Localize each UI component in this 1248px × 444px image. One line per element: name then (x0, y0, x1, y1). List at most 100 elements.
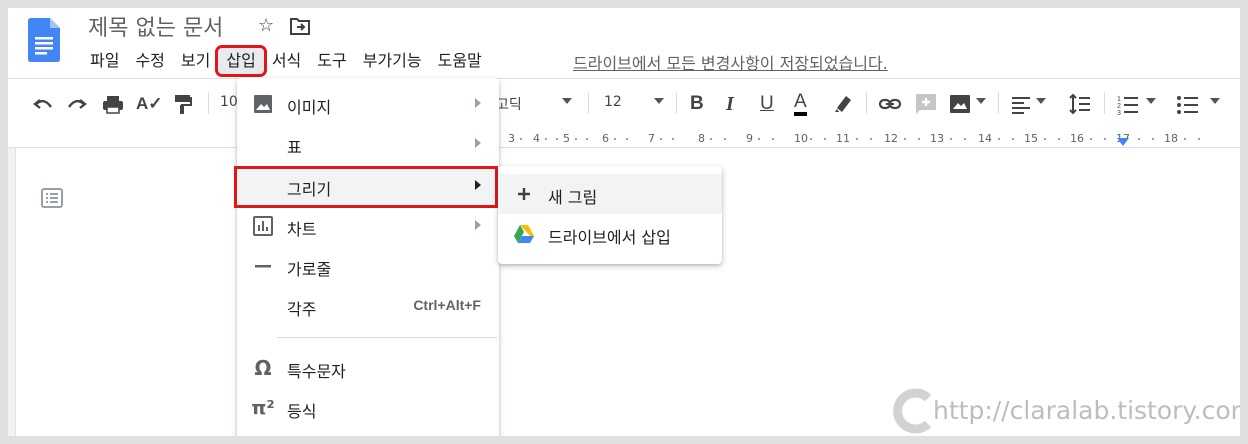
undo-icon[interactable] (32, 92, 54, 116)
ruler-number: 14 (978, 132, 992, 145)
insert-image-item[interactable]: 이미지 (237, 84, 499, 124)
italic-icon[interactable]: I (726, 92, 734, 116)
ruler-number: 5 (563, 132, 570, 145)
print-icon[interactable] (102, 92, 124, 116)
svg-text:1: 1 (1117, 96, 1121, 103)
font-size-select[interactable]: 12 (604, 94, 622, 110)
submenu-arrow-icon (475, 138, 481, 148)
text-color-icon[interactable]: A (794, 92, 807, 116)
insert-from-drive-item[interactable]: 드라이브에서 삽입 (498, 214, 722, 254)
font-family-select[interactable]: 고딕 (496, 94, 522, 114)
insert-menu: 이미지 표 그리기 차트 가로줄 각주 Ctrl+Alt+F Ω 특수문자 π²… (237, 78, 499, 436)
svg-text:2: 2 (1117, 103, 1121, 110)
toolbar-divider (1104, 92, 1105, 114)
new-drawing-item[interactable]: 새 그림 (498, 174, 722, 214)
menu-item-label: 각주 (287, 300, 317, 319)
menu-insert[interactable]: 삽입 (215, 45, 267, 77)
insert-image-icon[interactable] (948, 92, 972, 116)
bold-icon[interactable]: B (690, 92, 704, 116)
horizontal-ruler[interactable]: 3 4 5 6 7 8 9 10 11 12 13 14 15 16 17 18 (8, 130, 1240, 148)
google-docs-logo-icon[interactable] (28, 18, 60, 62)
menu-item-label: 그리기 (287, 180, 332, 199)
horizontal-line-icon (255, 265, 271, 268)
menu-tools[interactable]: 도구 (309, 48, 354, 74)
menu-item-label: 특수문자 (287, 362, 346, 381)
app-window: 제목 없는 문서 ☆ 파일 수정 보기 삽입 서식 도구 부가기능 도움말 드라… (8, 8, 1240, 436)
save-status-link[interactable]: 드라이브에서 모든 변경사항이 저장되었습니다. (573, 50, 888, 74)
menu-item-label: 이미지 (287, 98, 332, 117)
insert-footnote-item[interactable]: 각주 Ctrl+Alt+F (237, 286, 499, 326)
chevron-down-icon (976, 98, 986, 104)
redo-icon[interactable] (66, 92, 88, 116)
underline-icon[interactable]: U (760, 92, 774, 116)
toolbar-divider (588, 92, 589, 114)
google-drive-icon (514, 225, 534, 243)
submenu-arrow-icon (475, 98, 481, 108)
menu-file[interactable]: 파일 (82, 48, 127, 74)
chevron-down-icon (1146, 98, 1156, 104)
menu-item-label: 등식 (287, 402, 317, 421)
ruler-number: 7 (648, 132, 655, 145)
align-left-icon[interactable] (1010, 92, 1032, 116)
menu-item-label: 차트 (287, 220, 317, 239)
ruler-number: 4 (533, 132, 540, 145)
menu-view[interactable]: 보기 (173, 48, 218, 74)
insert-horizontal-line-item[interactable]: 가로줄 (237, 246, 499, 286)
submenu-arrow-icon (475, 180, 481, 190)
paint-format-icon[interactable] (172, 92, 194, 116)
chevron-down-icon (562, 98, 572, 104)
insert-drawing-item[interactable]: 그리기 (237, 166, 499, 206)
menu-item-label: 표 (287, 138, 302, 157)
toolbar-divider (676, 92, 677, 114)
menu-bar: 파일 수정 보기 삽입 서식 도구 부가기능 도움말 (82, 45, 490, 77)
vertical-ruler (8, 148, 16, 436)
toolbar-divider (208, 92, 209, 114)
watermark-logo (893, 388, 932, 434)
toolbar-divider (998, 92, 999, 114)
ruler-number: 18 (1164, 132, 1178, 145)
menu-addons[interactable]: 부가기능 (355, 48, 430, 74)
omega-icon: Ω (254, 356, 272, 380)
spellcheck-icon[interactable]: A✓ (136, 92, 163, 116)
drawing-submenu: 새 그림 드라이브에서 삽입 (498, 166, 722, 264)
move-to-folder-icon[interactable] (290, 17, 310, 35)
menu-item-label: 드라이브에서 삽입 (548, 228, 671, 247)
menu-item-label: 새 그림 (548, 188, 598, 207)
ruler-number: 16 (1070, 132, 1084, 145)
ruler-number: 9 (746, 132, 753, 145)
bulleted-list-icon[interactable] (1176, 92, 1200, 116)
ruler-number: 15 (1024, 132, 1038, 145)
submenu-arrow-icon (475, 220, 481, 230)
image-icon (254, 95, 272, 113)
insert-table-item[interactable]: 표 (237, 124, 499, 164)
highlight-color-icon[interactable] (832, 92, 854, 116)
menu-edit[interactable]: 수정 (127, 48, 172, 74)
add-comment-icon[interactable] (914, 92, 938, 116)
insert-special-characters-item[interactable]: Ω 특수문자 (237, 348, 499, 388)
menu-format[interactable]: 서식 (264, 48, 309, 74)
ruler-number: 3 (508, 132, 515, 145)
indent-marker[interactable] (1117, 138, 1129, 146)
ruler-number: 10 (794, 132, 808, 145)
line-spacing-icon[interactable] (1068, 92, 1092, 116)
chevron-down-icon (1036, 98, 1046, 104)
document-outline-icon[interactable] (40, 186, 64, 210)
menu-divider (277, 337, 497, 338)
toolbar-divider (866, 92, 867, 114)
menu-help[interactable]: 도움말 (430, 48, 490, 74)
menu-item-label: 가로줄 (287, 260, 332, 279)
insert-link-icon[interactable] (878, 92, 902, 116)
ruler-number: 8 (698, 132, 705, 145)
watermark-text: http://claralab.tistory.com (933, 396, 1240, 425)
document-title[interactable]: 제목 없는 문서 (88, 10, 223, 42)
pi-icon: π² (251, 397, 275, 419)
insert-chart-item[interactable]: 차트 (237, 206, 499, 246)
ruler-number: 6 (602, 132, 609, 145)
chart-icon (253, 216, 273, 236)
numbered-list-icon[interactable]: 1 2 3 (1116, 92, 1140, 116)
star-icon[interactable]: ☆ (258, 16, 274, 36)
menu-item-shortcut: Ctrl+Alt+F (413, 297, 481, 313)
zoom-select[interactable]: 10 (220, 94, 238, 110)
insert-equation-item[interactable]: π² 등식 (237, 388, 499, 428)
ruler-number: 12 (884, 132, 898, 145)
